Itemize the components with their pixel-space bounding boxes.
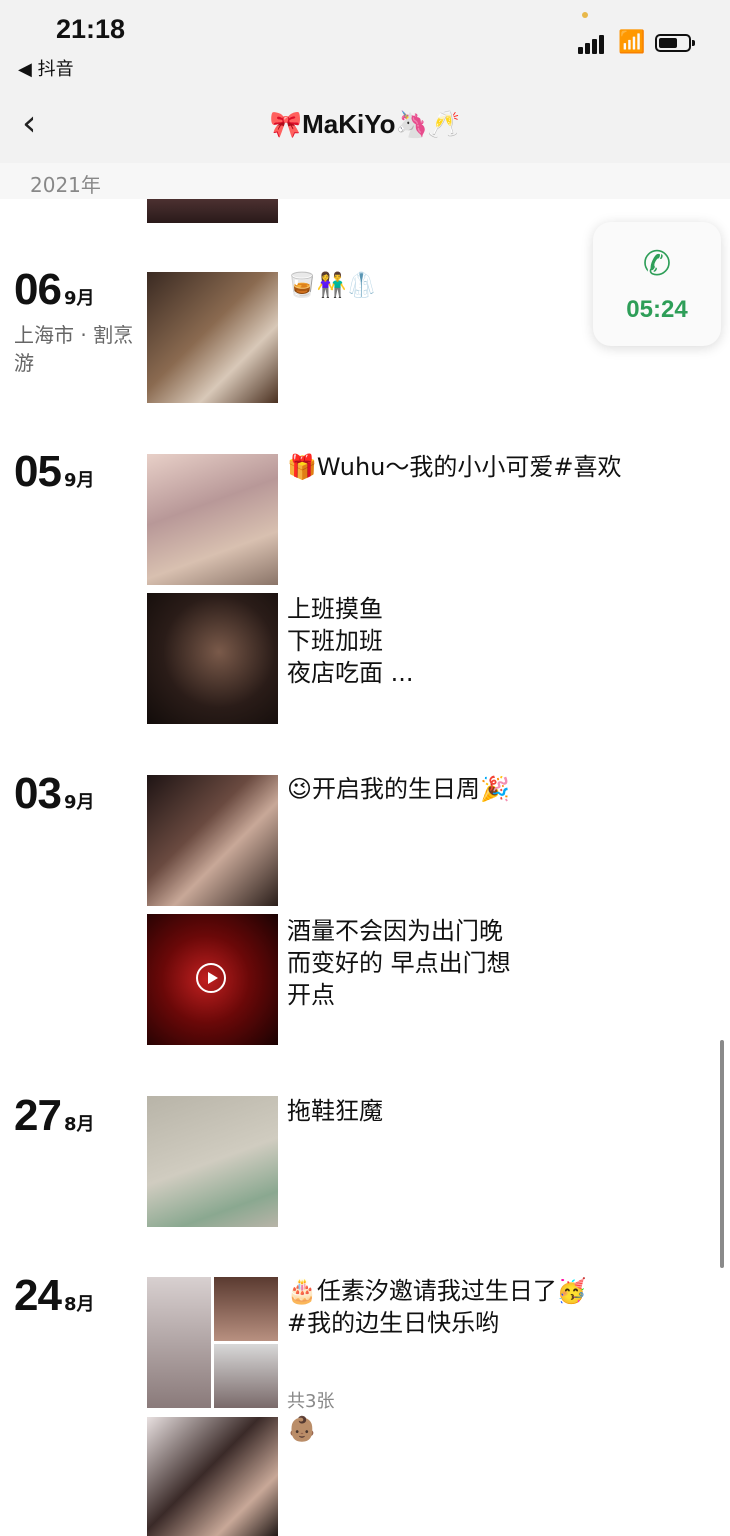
moments-feed[interactable]: 06 9月 上海市 · 割烹游 🥃👫🥼 05 9月 🎁Wuhu～我的小小可爱#喜欢 … (0, 199, 730, 1536)
scrollbar[interactable] (720, 1040, 724, 1268)
post-thumbnail[interactable] (147, 272, 278, 403)
post-thumbnail[interactable] (147, 1417, 278, 1536)
signal-icon (578, 34, 608, 54)
back-to-app-link[interactable]: ◀ 抖音 (18, 55, 74, 81)
phone-icon: ✆ (642, 244, 672, 284)
post-text[interactable]: 😉开启我的生日周🎉 (287, 773, 707, 805)
call-duration: 05:24 (626, 296, 688, 323)
post-thumbnail-grid[interactable] (147, 1277, 278, 1408)
page-title: 🎀MaKiYo🦄🥂 (269, 109, 461, 139)
year-label: 2021年 (30, 173, 101, 197)
post-text[interactable]: 👶🏽 (287, 1413, 707, 1445)
post-date: 03 9月 (14, 769, 95, 818)
post-thumbnail[interactable] (147, 454, 278, 585)
year-header: 2021年 (0, 163, 730, 199)
battery-icon (655, 34, 695, 52)
post-date: 24 8月 (14, 1271, 95, 1320)
indicator-dot (582, 12, 588, 18)
call-floating-widget[interactable]: ✆ 05:24 (593, 222, 721, 346)
wifi-icon: 📶 (618, 30, 646, 55)
post-thumbnail[interactable] (147, 1096, 278, 1227)
play-icon[interactable] (196, 963, 226, 993)
post-text[interactable]: 上班摸鱼 下班加班 夜店吃面 ... (287, 593, 707, 689)
post-date: 27 8月 (14, 1091, 95, 1140)
video-thumbnail[interactable] (147, 914, 278, 1045)
post-text[interactable]: 酒量不会因为出门晚 而变好的 早点出门想 开点 (287, 915, 707, 1011)
post-text[interactable]: 🎂任素汐邀请我过生日了🥳 #我的边生日快乐哟 (287, 1275, 707, 1339)
status-time: 21:18 (56, 14, 126, 44)
status-bar: 21:18 ◀ 抖音 📶 (0, 0, 730, 95)
post-location: 上海市 · 割烹游 (14, 323, 134, 375)
post-text[interactable]: 拖鞋狂魔 (287, 1095, 707, 1127)
post-thumbnail[interactable] (147, 775, 278, 906)
post-date: 06 9月 (14, 265, 95, 314)
post-thumbnail[interactable] (147, 593, 278, 724)
post-text[interactable]: 🎁Wuhu～我的小小可爱#喜欢 (287, 451, 707, 483)
image-count: 共3张 (287, 1391, 335, 1412)
nav-bar: ‹ 🎀MaKiYo🦄🥂 (0, 95, 730, 164)
post-thumbnail[interactable] (147, 199, 278, 223)
post-date: 05 9月 (14, 447, 95, 496)
